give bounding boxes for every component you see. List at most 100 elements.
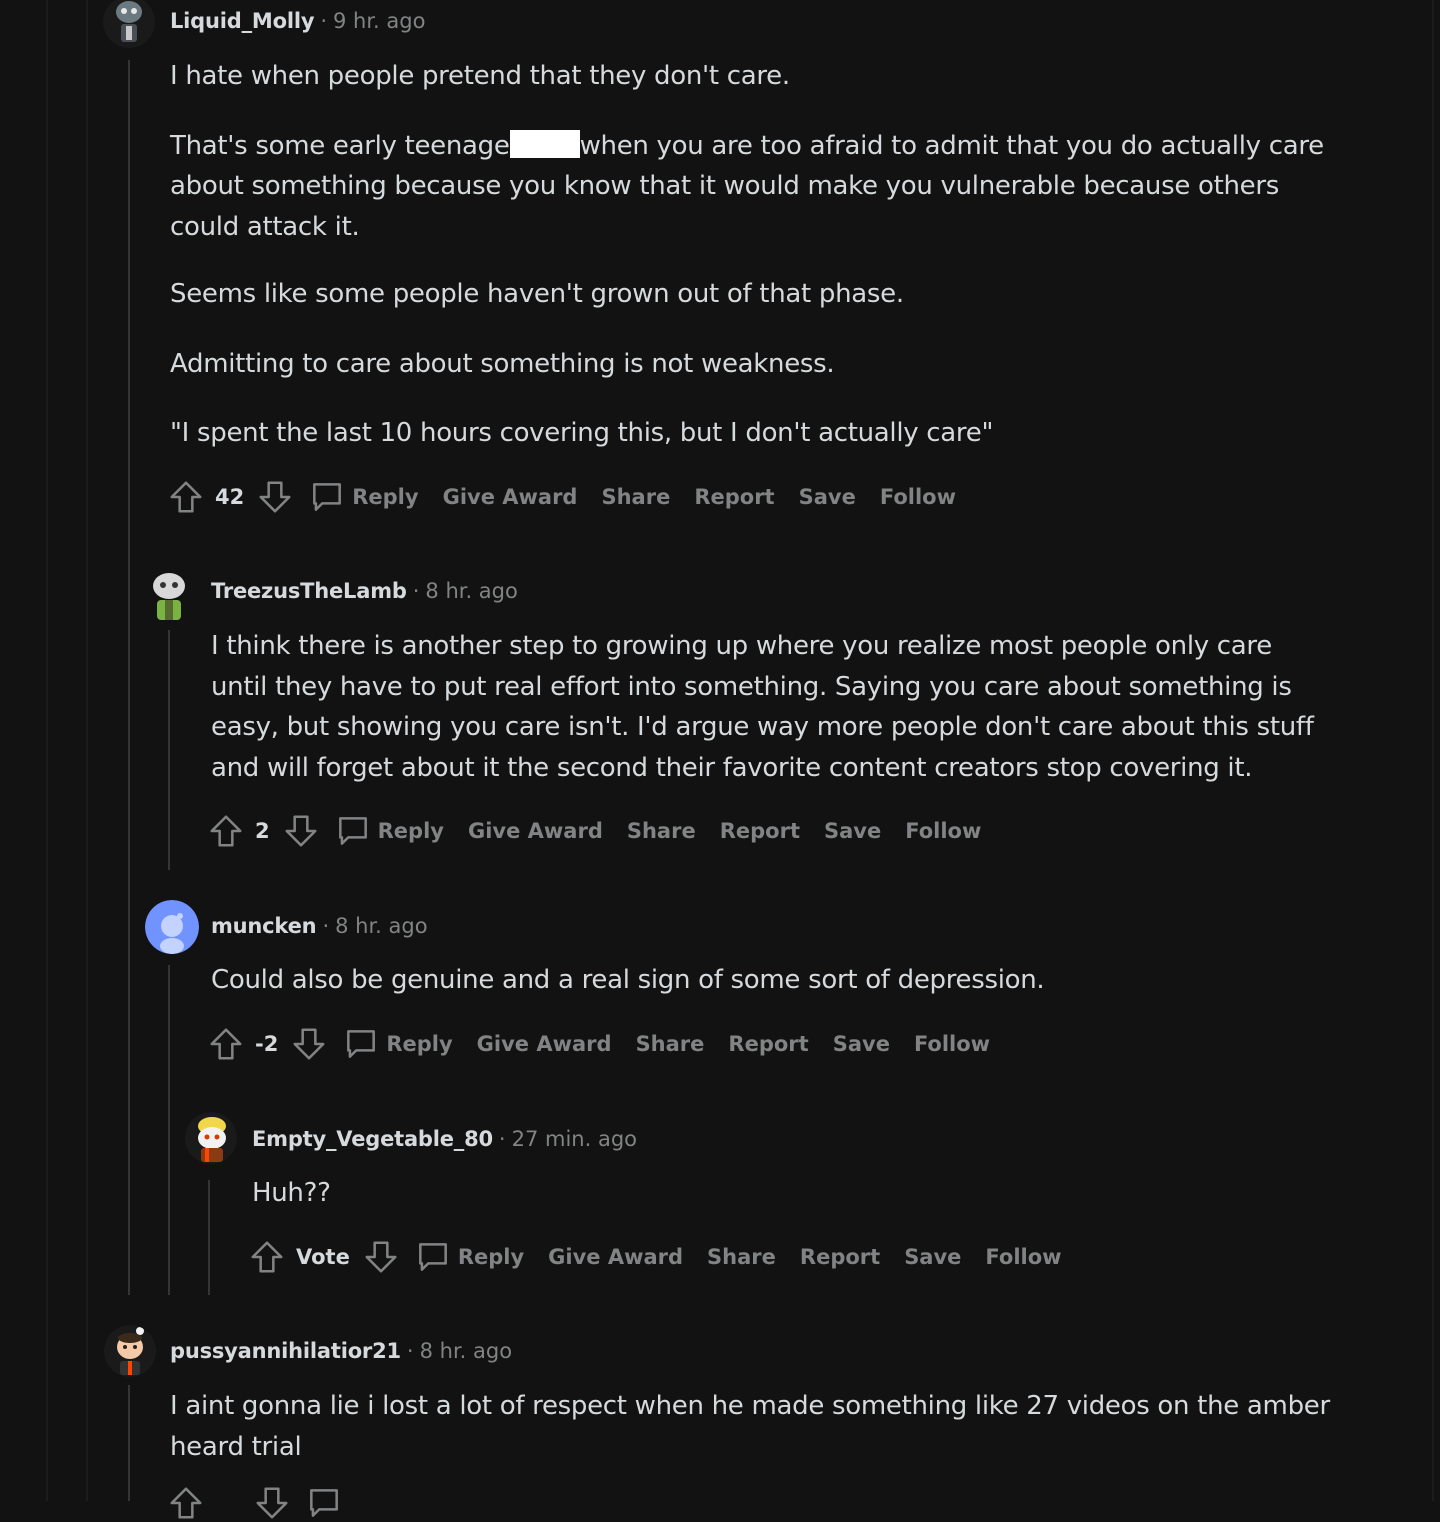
report-button[interactable]: Report	[694, 485, 774, 509]
timestamp[interactable]: 8 hr. ago	[420, 1339, 512, 1363]
vote-score: 42	[215, 485, 245, 509]
comment-paragraph: easy, but showing you care isn't. I'd ar…	[211, 712, 1314, 742]
comment-paragraph: Could also be genuine and a real sign of…	[211, 965, 1045, 995]
downvote-icon[interactable]	[256, 478, 294, 516]
comment-paragraph: about something because you know that it…	[170, 171, 1279, 201]
upvote-icon[interactable]	[248, 1238, 286, 1276]
avatar-icon[interactable]	[103, 0, 155, 48]
author-name[interactable]: TreezusTheLamb	[211, 579, 407, 603]
comment-actions: 2 Reply Give Award Share Report Save Fol…	[207, 812, 1005, 850]
thread-line[interactable]	[168, 630, 170, 870]
reply-button[interactable]: Reply	[386, 1032, 452, 1056]
save-button[interactable]: Save	[833, 1032, 890, 1056]
reply-button[interactable]: Reply	[458, 1245, 524, 1269]
comment-paragraph: could attack it.	[170, 211, 360, 242]
vote-score: -2	[255, 1032, 279, 1056]
give-award-button[interactable]: Give Award	[548, 1245, 683, 1269]
upvote-icon[interactable]	[167, 1484, 205, 1522]
reply-button[interactable]: Reply	[378, 819, 444, 843]
thread-line[interactable]	[128, 1385, 130, 1501]
avatar-icon[interactable]	[104, 1325, 156, 1377]
give-award-button[interactable]: Give Award	[443, 485, 578, 509]
separator-dot: ·	[322, 914, 330, 938]
timestamp[interactable]: 8 hr. ago	[335, 914, 427, 938]
downvote-icon[interactable]	[290, 1025, 328, 1063]
comment-paragraph: Admitting to care about something is not…	[170, 348, 835, 379]
author-name[interactable]: Empty_Vegetable_80	[252, 1127, 493, 1151]
follow-button[interactable]: Follow	[905, 819, 981, 843]
avatar-icon[interactable]	[145, 900, 199, 954]
comment-paragraph: and will forget about it the second thei…	[211, 752, 1253, 783]
comment-meta: TreezusTheLamb · 8 hr. ago	[211, 579, 518, 603]
vote-label: Vote	[296, 1245, 350, 1269]
share-button[interactable]: Share	[636, 1032, 705, 1056]
comment-paragraph: That's some early teenage when you are to…	[170, 126, 1370, 167]
comment-bubble-icon[interactable]	[334, 812, 372, 850]
comment-body: I hate when people pretend that they don…	[170, 56, 1370, 454]
comment-paragraph: I hate when people pretend that they don…	[170, 61, 790, 91]
downvote-icon[interactable]	[362, 1238, 400, 1276]
frame-edge-right	[1432, 0, 1434, 1501]
downvote-icon[interactable]	[282, 812, 320, 850]
frame-edge-left-inner	[86, 0, 88, 1501]
comment-meta: Liquid_Molly · 9 hr. ago	[170, 9, 425, 33]
report-button[interactable]: Report	[728, 1032, 808, 1056]
separator-dot: ·	[412, 579, 420, 603]
author-name[interactable]: pussyannihilatior21	[170, 1339, 401, 1363]
comment-bubble-icon[interactable]	[414, 1238, 452, 1276]
comment-bubble-icon[interactable]	[308, 478, 346, 516]
report-button[interactable]: Report	[800, 1245, 880, 1269]
save-button[interactable]: Save	[799, 485, 856, 509]
upvote-icon[interactable]	[207, 812, 245, 850]
comment-paragraph: heard trial	[170, 1431, 302, 1462]
comment-paragraph: Huh??	[252, 1178, 331, 1208]
follow-button[interactable]: Follow	[880, 485, 956, 509]
share-button[interactable]: Share	[601, 485, 670, 509]
comment-actions: 42 Reply Give Award Share Report Save Fo…	[167, 478, 980, 516]
comment-body: Could also be genuine and a real sign of…	[211, 960, 1391, 1001]
comment-bubble-icon[interactable]	[305, 1484, 343, 1522]
timestamp[interactable]: 27 min. ago	[512, 1127, 637, 1151]
comment-body: Huh??	[252, 1173, 1352, 1214]
avatar-icon[interactable]	[143, 550, 195, 620]
comment-body: I aint gonna lie i lost a lot of respect…	[170, 1386, 1390, 1467]
comment-actions	[167, 1484, 349, 1522]
comment-paragraph: until they have to put real effort into …	[211, 671, 1292, 702]
frame-edge-left	[46, 0, 48, 1501]
give-award-button[interactable]: Give Award	[468, 819, 603, 843]
timestamp[interactable]: 9 hr. ago	[333, 9, 425, 33]
comment-meta: pussyannihilatior21 · 8 hr. ago	[170, 1339, 512, 1363]
avatar-icon[interactable]	[185, 1112, 237, 1164]
author-name[interactable]: Liquid_Molly	[170, 9, 315, 33]
comment-actions: Vote Reply Give Award Share Report Save …	[248, 1238, 1086, 1276]
share-button[interactable]: Share	[707, 1245, 776, 1269]
comment-paragraph: I aint gonna lie i lost a lot of respect…	[170, 1391, 1330, 1421]
upvote-icon[interactable]	[167, 478, 205, 516]
reply-button[interactable]: Reply	[352, 485, 418, 509]
comment-text: when you are too afraid to admit that yo…	[579, 130, 1325, 161]
save-button[interactable]: Save	[824, 819, 881, 843]
thread-line[interactable]	[128, 60, 130, 1295]
save-button[interactable]: Save	[904, 1245, 961, 1269]
comment-body: I think there is another step to growing…	[211, 626, 1391, 788]
give-award-button[interactable]: Give Award	[477, 1032, 612, 1056]
comment-meta: muncken · 8 hr. ago	[211, 914, 428, 938]
separator-dot: ·	[406, 1339, 414, 1363]
redaction-box	[509, 129, 580, 158]
follow-button[interactable]: Follow	[914, 1032, 990, 1056]
follow-button[interactable]: Follow	[985, 1245, 1061, 1269]
thread-line[interactable]	[168, 965, 170, 1295]
author-name[interactable]: muncken	[211, 914, 317, 938]
comment-paragraph: I think there is another step to growing…	[211, 631, 1272, 661]
comment-actions: -2 Reply Give Award Share Report Save Fo…	[207, 1025, 1014, 1063]
timestamp[interactable]: 8 hr. ago	[425, 579, 517, 603]
downvote-icon[interactable]	[253, 1484, 291, 1522]
comment-paragraph: "I spent the last 10 hours covering this…	[170, 418, 994, 448]
thread-line[interactable]	[208, 1180, 210, 1295]
vote-score: 2	[255, 819, 270, 843]
upvote-icon[interactable]	[207, 1025, 245, 1063]
share-button[interactable]: Share	[627, 819, 696, 843]
comment-bubble-icon[interactable]	[342, 1025, 380, 1063]
report-button[interactable]: Report	[720, 819, 800, 843]
comment-meta: Empty_Vegetable_80 · 27 min. ago	[252, 1127, 637, 1151]
